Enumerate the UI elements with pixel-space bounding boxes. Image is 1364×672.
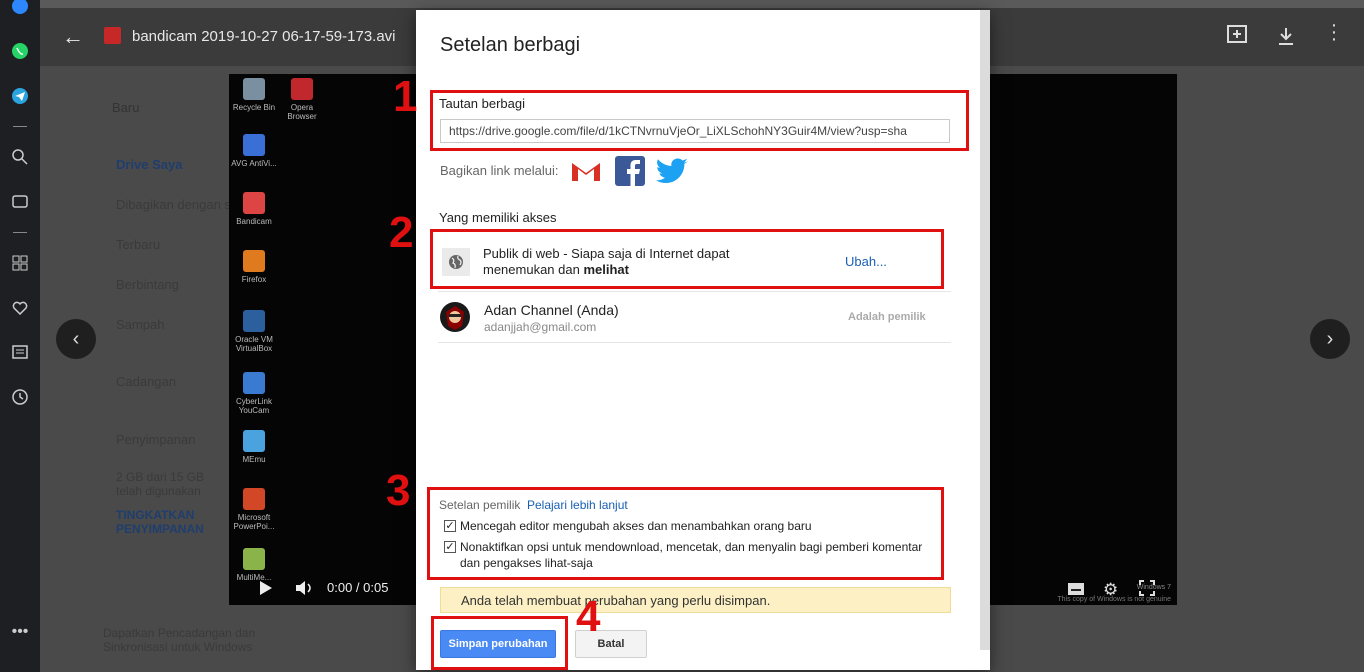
- desktop-icon-label: Bandicam: [236, 217, 272, 226]
- access-heading: Yang memiliki akses: [439, 210, 557, 225]
- desktop-icon-label: AVG AntiVi...: [231, 159, 277, 168]
- desktop-icon: MEmu: [231, 430, 277, 464]
- volume-icon[interactable]: [295, 580, 315, 601]
- sidebar-item-backup[interactable]: Cadangan: [116, 374, 176, 389]
- desktop-icon: Recycle Bin: [231, 78, 277, 112]
- download-icon[interactable]: [1276, 26, 1296, 51]
- facebook-icon[interactable]: [614, 156, 646, 186]
- desktop-icon: CyberLink YouCam: [231, 372, 277, 415]
- more-dots-icon[interactable]: •••: [10, 622, 30, 642]
- annotation-box-4: [431, 616, 568, 670]
- top-strip: [40, 0, 1364, 8]
- separator: [13, 232, 27, 233]
- dialog-scrollbar[interactable]: [980, 10, 990, 650]
- desktop-icon-label: Firefox: [241, 275, 267, 284]
- desktop-icon: Oracle VM VirtualBox: [231, 310, 277, 353]
- annotation-box-2: [430, 229, 944, 289]
- upgrade-storage-link[interactable]: TINGKATKAN PENYIMPANAN: [116, 508, 226, 536]
- desktop-icon: Firefox: [231, 250, 277, 284]
- next-file-button[interactable]: ›: [1310, 319, 1350, 359]
- video-time: 0:00 / 0:05: [327, 580, 389, 595]
- desktop-icon: Microsoft PowerPoi...: [231, 488, 277, 531]
- wallet-icon[interactable]: [10, 191, 30, 211]
- os-sidebar: •••: [0, 0, 40, 672]
- sidebar-item-trash[interactable]: Sampah: [116, 317, 164, 332]
- apps-grid-icon[interactable]: [10, 253, 30, 273]
- desktop-icon-label: CyberLink YouCam: [235, 397, 272, 415]
- app-icon: [243, 488, 265, 510]
- history-icon[interactable]: [10, 387, 30, 407]
- search-icon[interactable]: [10, 147, 30, 167]
- whatsapp-icon[interactable]: [10, 41, 30, 61]
- desktop-icon: AVG AntiVi...: [231, 134, 277, 168]
- separator: [13, 126, 27, 127]
- prev-file-button[interactable]: ‹: [56, 319, 96, 359]
- app-icon: [243, 372, 265, 394]
- new-button[interactable]: Baru: [112, 100, 172, 134]
- add-comment-icon[interactable]: [1226, 24, 1248, 51]
- owner-role: Adalah pemilik: [848, 311, 926, 323]
- desktop-icon-label: MEmu: [242, 455, 266, 464]
- desktop-icon: Opera Browser: [279, 78, 325, 121]
- app-icon: [243, 250, 265, 272]
- annotation-number-3: 3: [386, 466, 411, 515]
- app-icon: [243, 430, 265, 452]
- owner-row: Adan Channel (Anda) adanjjah@gmail.com A…: [438, 292, 951, 343]
- twitter-icon[interactable]: [656, 156, 688, 186]
- video-file-icon: [104, 27, 121, 44]
- app-icon: [243, 310, 265, 332]
- dialog-title: Setelan berbagi: [440, 34, 581, 56]
- avatar: [440, 302, 470, 332]
- sidebar-item-my-drive[interactable]: Drive Saya: [116, 157, 183, 172]
- app-icon: [243, 134, 265, 156]
- fullscreen-icon[interactable]: [1139, 580, 1155, 601]
- messenger-icon[interactable]: [10, 0, 30, 16]
- annotation-box-1: [430, 90, 969, 151]
- sidebar-item-starred[interactable]: Berbintang: [116, 277, 179, 292]
- file-title: bandicam 2019-10-27 06-17-59-173.avi: [132, 28, 396, 45]
- desktop-icon: Bandicam: [231, 192, 277, 226]
- settings-gear-icon[interactable]: ⚙: [1103, 580, 1118, 600]
- back-arrow-icon[interactable]: ←: [62, 24, 84, 50]
- play-icon[interactable]: [259, 580, 273, 601]
- desktop-icon-label: Oracle VM VirtualBox: [235, 335, 273, 353]
- gmail-icon[interactable]: [570, 156, 602, 186]
- app-icon: [243, 548, 265, 570]
- desktop-icon-label: Opera Browser: [287, 103, 317, 121]
- heart-icon[interactable]: [10, 298, 30, 318]
- desktop-icon-label: Microsoft PowerPoi...: [233, 513, 275, 531]
- unsaved-changes-notice: Anda telah membuat perubahan yang perlu …: [440, 587, 951, 613]
- sidebar-item-recent[interactable]: Terbaru: [116, 237, 160, 252]
- app-icon: [291, 78, 313, 100]
- more-vert-icon[interactable]: · · ·: [1324, 15, 1344, 49]
- app-icon: [243, 192, 265, 214]
- share-via-label: Bagikan link melalui:: [440, 163, 559, 178]
- news-icon[interactable]: [10, 342, 30, 362]
- captions-icon[interactable]: [1067, 582, 1085, 601]
- annotation-number-2: 2: [389, 208, 414, 257]
- annotation-number-4: 4: [576, 592, 601, 641]
- app-icon: [243, 78, 265, 100]
- storage-usage: 2 GB dari 15 GB telah digunakan: [116, 470, 205, 498]
- backup-promo[interactable]: Dapatkan Pencadangan dan Sinkronisasi un…: [103, 626, 273, 654]
- owner-email: adanjjah@gmail.com: [484, 320, 597, 334]
- annotation-box-3: [427, 487, 944, 580]
- telegram-icon[interactable]: [10, 86, 30, 106]
- sidebar-item-storage[interactable]: Penyimpanan: [116, 432, 196, 447]
- annotation-number-1: 1: [393, 72, 418, 121]
- desktop-icon-label: Recycle Bin: [232, 103, 276, 112]
- owner-name: Adan Channel (Anda): [484, 302, 619, 318]
